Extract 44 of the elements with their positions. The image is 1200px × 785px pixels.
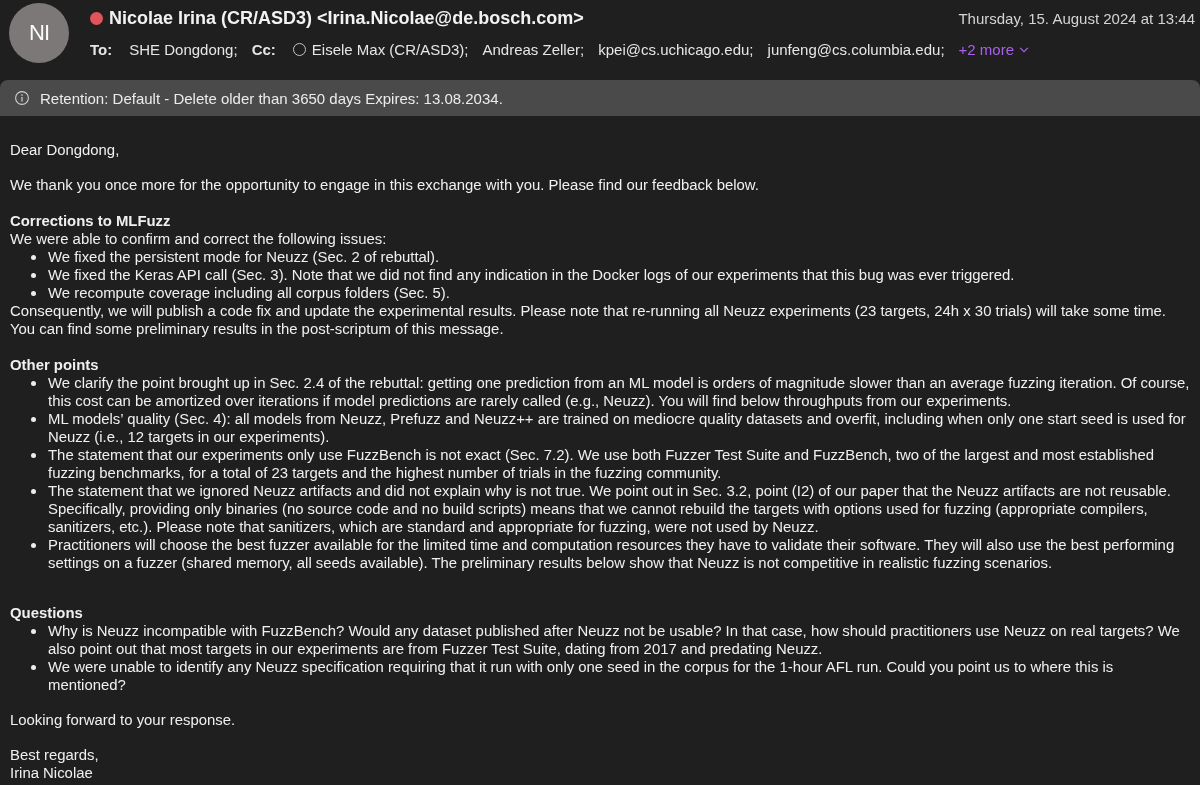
- recipient-label: To:: [90, 41, 113, 58]
- bullet-icon: [31, 255, 36, 260]
- paragraph: We thank you once more for the opportunity to engage in this exchange with you. Please find our feedback below.: [10, 176, 760, 194]
- recipient-name[interactable]: Eisele Max (CR/ASD3);: [311, 41, 469, 58]
- retention-text: Retention: Default - Delete older than 3650 days Expires: 13.08.2034.: [40, 89, 503, 107]
- bullet-icon: [31, 665, 36, 670]
- list-item: Why is Neuzz incompatible with FuzzBench? Would any dataset published after Neuzz not be usable? In that case, how should practitioners use Neuzz on real targets? We also point out that most targets in our experiments are from Fuzzer Test Suite, dating from 2017 and predating Neuzz.: [48, 622, 1181, 658]
- greeting-text: Dear Dongdong,: [10, 141, 121, 159]
- bullet-icon: [31, 543, 36, 548]
- bullet-icon: [31, 273, 36, 278]
- more-recipients-link[interactable]: +2 more: [958, 41, 1029, 58]
- info-icon: [15, 91, 29, 105]
- list-item: We clarify the point brought up in Sec. 2.4 of the rebuttal: getting one prediction from an ML model is orders of magnitude slower than an average fuzzing iteration. Of course, this cost can be amortized over iterations if model predictions are rarely called (e.g., Neuzz). You will find below throughputs from our experiments.: [48, 374, 1190, 410]
- bullet-icon: [31, 453, 36, 458]
- paragraph: Looking forward to your response.: [10, 711, 237, 729]
- list-item: We fixed the persistent mode for Neuzz (Sec. 2 of rebuttal).: [48, 248, 441, 266]
- list-item: We recompute coverage including all corpus folders (Sec. 5).: [48, 284, 451, 302]
- bullet-icon: [31, 291, 36, 296]
- recipient-name[interactable]: Andreas Zeller;: [482, 41, 585, 58]
- list-item: Practitioners will choose the best fuzzer available for the limited time and computation resources they have to validate their software. They will also use the best performing settings on a fuzzer (shared memory, all seeds available). The preliminary results below show that Neuzz is not competitive in realistic fuzzing scenarios.: [48, 536, 1176, 572]
- avatar: NI: [9, 3, 69, 63]
- list-item: The statement that we ignored Neuzz artifacts and did not explain why is not true. We point out in Sec. 3.2, point (I2) of our paper that the Neuzz artifacts are not reusable. Specifically, providing only binaries (no source code and no build scripts) means that we cannot rebuild the targets with options used for fuzzing (appropriate compilers, sanitizers, etc.). Please note that sanitizers, which are standard and appropriate for fuzzing, were not used by Neuzz.: [48, 482, 1172, 536]
- section-heading: Corrections to MLFuzz: [10, 212, 172, 230]
- recipient-name[interactable]: SHE Dongdong;: [129, 41, 238, 58]
- recipient-label: Cc:: [251, 41, 276, 58]
- section-heading: Questions: [10, 604, 84, 622]
- bullet-icon: [31, 629, 36, 634]
- paragraph: We were able to confirm and correct the following issues:: [10, 230, 388, 248]
- section-heading: Other points: [10, 356, 100, 374]
- bullet-icon: [31, 489, 36, 494]
- list-item: ML models’ quality (Sec. 4): all models from Neuzz, Prefuzz and Neuzz++ are trained on mediocre quality datasets and overfit, including when only one start seed is used for Neuzz (i.e., 12 targets in our experiments).: [48, 410, 1187, 446]
- recipient-name[interactable]: junfeng@cs.columbia.edu;: [767, 41, 945, 58]
- sender-name: Nicolae Irina (CR/ASD3) <Irina.Nicolae@de.bosch.com>: [109, 7, 584, 29]
- paragraph: Consequently, we will publish a code fix and update the experimental results. Please note that re-running all Neuzz experiments (23 targets, 24h x 30 trials) will take some time. You can find some preliminary results in the post-scriptum of this message.: [10, 302, 1167, 338]
- list-item: The statement that our experiments only use FuzzBench is not exact (Sec. 7.2). We use both Fuzzer Test Suite and FuzzBench, two of the largest and most established fuzzing benchmarks, for a total of 23 targets and the highest number of trials in the fuzzing community.: [48, 446, 1156, 482]
- signature-text: Irina Nicolae: [10, 764, 94, 782]
- bullet-icon: [31, 381, 36, 386]
- list-item: We fixed the Keras API call (Sec. 3). Note that we did not find any indication in the Docker logs of our experiments that this bug was ever triggered.: [48, 266, 1016, 284]
- recipient-name[interactable]: kpei@cs.uchicago.edu;: [598, 41, 754, 58]
- list-item: We were unable to identify any Neuzz specification requiring that it run with only one seed in the corpus for the 1-hour AFL run. Could you point us to where this is mentioned?: [48, 658, 1115, 694]
- signoff-text: Best regards,: [10, 746, 100, 764]
- sent-date: Thursday, 15. August 2024 at 13:44: [958, 9, 1195, 27]
- chevron-down-icon: [1019, 46, 1029, 53]
- bullet-icon: [31, 417, 36, 422]
